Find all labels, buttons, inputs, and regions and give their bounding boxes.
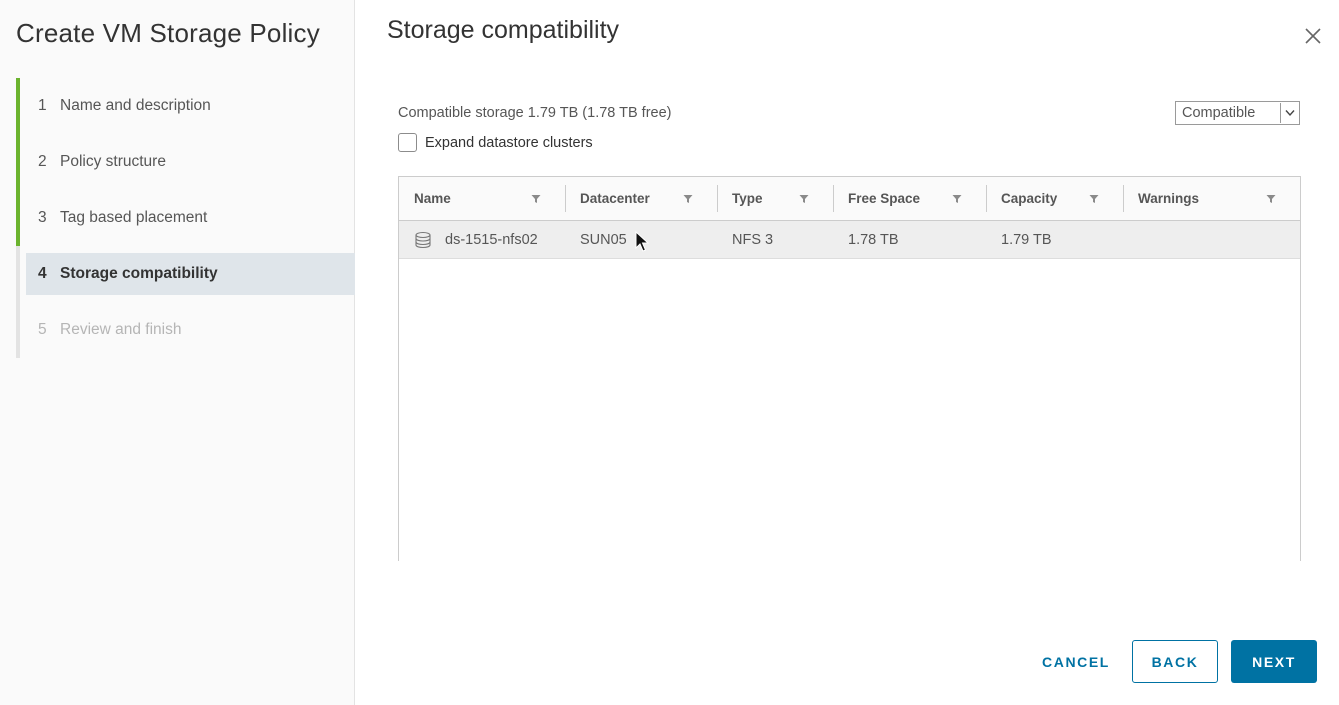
mouse-cursor-icon <box>635 231 649 252</box>
wizard-content: Storage compatibility Compatible storage… <box>355 0 1339 705</box>
cell-warnings <box>1123 221 1300 258</box>
column-header-type[interactable]: Type <box>717 177 833 220</box>
expand-datastore-clusters: Expand datastore clusters <box>398 133 593 152</box>
datastore-icon <box>415 231 431 248</box>
cell-name: ds-1515-nfs02 <box>399 221 565 258</box>
step-label: Tag based placement <box>60 209 208 226</box>
wizard-nav: Create VM Storage Policy 1 Name and desc… <box>0 0 355 705</box>
column-header-name[interactable]: Name <box>399 177 565 220</box>
column-header-label: Name <box>414 191 451 206</box>
filter-icon[interactable] <box>531 194 541 204</box>
compatibility-filter-value: Compatible <box>1182 105 1256 121</box>
column-header-label: Capacity <box>1001 191 1058 206</box>
table-row[interactable]: ds-1515-nfs02 SUN05 NFS 3 1.78 TB 1.79 T… <box>399 221 1300 259</box>
cell-type: NFS 3 <box>732 231 774 248</box>
back-button[interactable]: BACK <box>1132 640 1218 683</box>
cell-free-space: 1.78 TB <box>848 231 899 248</box>
filter-icon[interactable] <box>1266 194 1276 204</box>
column-header-label: Free Space <box>848 191 921 206</box>
filter-icon[interactable] <box>952 194 962 204</box>
compatibility-filter-select[interactable]: Compatible <box>1175 101 1300 125</box>
wizard-steps: 1 Name and description 2 Policy structur… <box>16 78 355 358</box>
filter-icon[interactable] <box>1089 194 1099 204</box>
column-header-label: Warnings <box>1138 191 1200 206</box>
step-label: Review and finish <box>60 321 182 338</box>
close-icon <box>1305 28 1321 44</box>
expand-datastore-clusters-checkbox[interactable] <box>398 133 417 152</box>
datagrid-header: Name Datacenter Type Free Space Capacity <box>399 177 1300 221</box>
step-review-and-finish: 5 Review and finish <box>16 302 355 358</box>
step-label: Policy structure <box>60 153 166 170</box>
filter-icon[interactable] <box>799 194 809 204</box>
step-name-and-description[interactable]: 1 Name and description <box>16 78 355 134</box>
step-number: 5 <box>38 321 47 338</box>
column-header-label: Datacenter <box>580 191 650 206</box>
cancel-button[interactable]: CANCEL <box>1029 640 1123 683</box>
column-header-free-space[interactable]: Free Space <box>833 177 986 220</box>
step-label: Storage compatibility <box>60 265 218 282</box>
cell-capacity: 1.79 TB <box>1001 231 1052 248</box>
step-number: 4 <box>38 265 47 282</box>
datastore-name: ds-1515-nfs02 <box>445 231 538 248</box>
step-number: 2 <box>38 153 47 170</box>
column-header-warnings[interactable]: Warnings <box>1123 177 1300 220</box>
chevron-down-icon <box>1280 103 1298 123</box>
step-number: 3 <box>38 209 47 226</box>
page-title: Storage compatibility <box>387 16 620 44</box>
close-button[interactable] <box>1301 24 1325 48</box>
step-policy-structure[interactable]: 2 Policy structure <box>16 134 355 190</box>
step-label: Name and description <box>60 97 211 114</box>
step-number: 1 <box>38 97 47 114</box>
column-header-datacenter[interactable]: Datacenter <box>565 177 717 220</box>
storage-datagrid: Name Datacenter Type Free Space Capacity <box>398 176 1301 561</box>
step-tag-based-placement[interactable]: 3 Tag based placement <box>16 190 355 246</box>
next-button[interactable]: NEXT <box>1231 640 1317 683</box>
column-header-capacity[interactable]: Capacity <box>986 177 1123 220</box>
column-header-label: Type <box>732 191 763 206</box>
step-storage-compatibility[interactable]: 4 Storage compatibility <box>16 246 355 302</box>
wizard-title: Create VM Storage Policy <box>16 18 320 48</box>
filter-icon[interactable] <box>683 194 693 204</box>
expand-datastore-clusters-label: Expand datastore clusters <box>425 134 593 151</box>
create-vm-storage-policy-wizard: Create VM Storage Policy 1 Name and desc… <box>0 0 1339 705</box>
compatible-storage-summary: Compatible storage 1.79 TB (1.78 TB free… <box>398 105 672 121</box>
